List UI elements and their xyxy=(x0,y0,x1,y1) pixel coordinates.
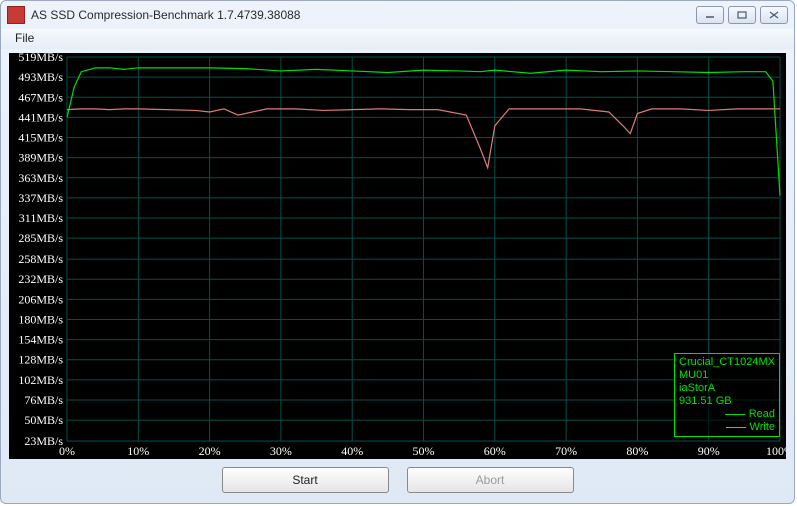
svg-text:128MB/s: 128MB/s xyxy=(18,353,63,367)
legend-device: Crucial_CT1024MX xyxy=(679,356,775,369)
svg-text:389MB/s: 389MB/s xyxy=(18,151,63,165)
minimize-icon xyxy=(705,11,715,19)
svg-text:102MB/s: 102MB/s xyxy=(18,373,63,387)
svg-text:493MB/s: 493MB/s xyxy=(18,70,63,84)
svg-text:415MB/s: 415MB/s xyxy=(18,131,63,145)
maximize-button[interactable] xyxy=(728,6,756,24)
svg-text:0%: 0% xyxy=(59,444,75,458)
legend-capacity: 931.51 GB xyxy=(679,395,775,408)
svg-text:40%: 40% xyxy=(341,444,363,458)
svg-text:467MB/s: 467MB/s xyxy=(18,90,63,104)
svg-text:232MB/s: 232MB/s xyxy=(18,272,63,286)
window-title: AS SSD Compression-Benchmark 1.7.4739.38… xyxy=(31,8,696,22)
svg-text:50%: 50% xyxy=(413,444,435,458)
menubar: File xyxy=(1,29,794,49)
svg-text:70%: 70% xyxy=(555,444,577,458)
svg-text:311MB/s: 311MB/s xyxy=(19,211,64,225)
svg-text:519MB/s: 519MB/s xyxy=(18,53,63,64)
app-window: AS SSD Compression-Benchmark 1.7.4739.38… xyxy=(0,0,795,504)
maximize-icon xyxy=(737,11,747,19)
svg-text:180MB/s: 180MB/s xyxy=(18,312,63,326)
svg-text:258MB/s: 258MB/s xyxy=(18,252,63,266)
window-controls xyxy=(696,6,788,24)
legend-driver: iaStorA xyxy=(679,382,775,395)
chart-canvas: 519MB/s 493MB/s 467MB/s 441MB/s 415MB/s 389MB… xyxy=(9,53,786,459)
svg-text:80%: 80% xyxy=(626,444,648,458)
client-area: 519MB/s 493MB/s 467MB/s 441MB/s 415MB/s 389MB… xyxy=(9,53,786,497)
svg-text:363MB/s: 363MB/s xyxy=(18,171,63,185)
button-row: Start Abort xyxy=(9,463,786,497)
svg-text:441MB/s: 441MB/s xyxy=(18,110,63,124)
legend-write-label: Write xyxy=(750,421,775,434)
svg-text:20%: 20% xyxy=(199,444,221,458)
app-icon xyxy=(7,6,25,24)
svg-text:76MB/s: 76MB/s xyxy=(24,393,63,407)
svg-text:285MB/s: 285MB/s xyxy=(18,231,63,245)
svg-text:337MB/s: 337MB/s xyxy=(18,191,63,205)
svg-text:206MB/s: 206MB/s xyxy=(18,292,63,306)
svg-text:10%: 10% xyxy=(127,444,149,458)
svg-text:154MB/s: 154MB/s xyxy=(18,333,63,347)
minimize-button[interactable] xyxy=(696,6,724,24)
svg-text:50MB/s: 50MB/s xyxy=(24,413,63,427)
svg-text:100%: 100% xyxy=(766,444,786,458)
svg-text:60%: 60% xyxy=(484,444,506,458)
legend-box: Crucial_CT1024MX MU01 iaStorA 931.51 GB … xyxy=(674,353,780,437)
menu-file[interactable]: File xyxy=(9,29,40,47)
legend-read-label: Read xyxy=(749,408,775,421)
svg-text:23MB/s: 23MB/s xyxy=(24,434,63,448)
svg-text:90%: 90% xyxy=(698,444,720,458)
titlebar: AS SSD Compression-Benchmark 1.7.4739.38… xyxy=(1,1,794,29)
legend-read-swatch xyxy=(725,414,745,415)
svg-text:30%: 30% xyxy=(270,444,292,458)
chart-area: 519MB/s 493MB/s 467MB/s 441MB/s 415MB/s 389MB… xyxy=(9,53,786,459)
legend-write: Write xyxy=(679,421,775,434)
legend-firmware: MU01 xyxy=(679,369,775,382)
legend-write-swatch xyxy=(726,427,746,428)
legend-read: Read xyxy=(679,408,775,421)
start-button[interactable]: Start xyxy=(222,467,389,493)
abort-button[interactable]: Abort xyxy=(407,467,574,493)
close-icon xyxy=(769,11,779,19)
close-button[interactable] xyxy=(760,6,788,24)
